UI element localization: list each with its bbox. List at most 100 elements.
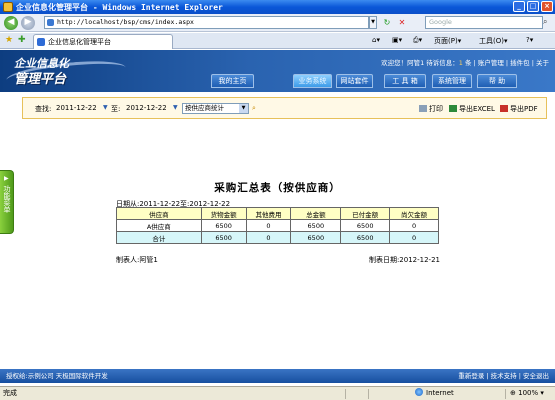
zone-indicator: Internet [415,387,454,400]
search-query-icon[interactable]: ⌕ [252,104,256,113]
export-excel-button[interactable]: 导出EXCEL [449,104,495,114]
address-url: http://localhost/bsp/cms/index.aspx [57,18,194,26]
zoom-level: 100% [518,389,539,397]
menu-business[interactable]: 业务系统 [293,74,332,88]
date-from-dropdown-icon[interactable]: ▼ [103,104,108,111]
tools-menu-label: 工具(O) [479,37,504,45]
menu-system[interactable]: 系统管理 [432,74,472,88]
cell-total: 6500 [290,219,342,232]
print-label: 打印 [429,105,443,113]
browser-tab-label: 企业信息化管理平台 [48,38,111,46]
close-window-button[interactable]: × [541,1,553,12]
print-icon[interactable]: ⎙▾ [413,36,422,45]
search-icon[interactable]: ⌕ [543,17,552,28]
back-button[interactable]: ◀ [4,16,18,30]
excel-label: 导出EXCEL [459,105,495,113]
table-row: A供应商 6500 0 6500 6500 0 [116,219,439,232]
search-input[interactable]: Google ⌕ [425,16,547,29]
feeds-icon[interactable]: ▣▾ [392,36,402,44]
report-maker: 制表人:阿管1 [116,256,158,264]
total-owed: 0 [389,231,439,244]
status-divider [345,389,346,399]
ie-window-icon [3,2,13,12]
pdf-icon [500,105,508,112]
help-icon[interactable]: ?▾ [526,36,533,44]
maximize-button[interactable]: □ [527,1,539,12]
cell-paid: 6500 [340,219,391,232]
date-from-field[interactable]: 2011-12-22 [56,104,97,112]
status-bar: 完成 Internet ⊕ 100% ▾ [0,386,555,400]
find-label: 查找: [35,105,52,113]
select-arrow-icon: ▼ [239,104,248,113]
cell-other-fees: 0 [245,219,292,232]
report-make-date: 制表日期:2012-12-21 [368,256,440,264]
page-menu-label: 页面(P) [434,37,458,45]
address-dropdown-icon[interactable]: ▼ [369,16,377,29]
status-text: 完成 [3,389,17,397]
excel-icon [449,105,457,112]
menu-home[interactable]: 我的主页 [211,74,254,88]
print-button[interactable]: 打印 [419,104,443,114]
total-other-fees: 0 [245,231,292,244]
stat-type-select[interactable]: 按供应商统计 ▼ [182,103,249,114]
pending-unit: 条 [465,59,472,67]
window-title: 企业信息化管理平台 - Windows Internet Explorer [16,3,223,12]
zone-label: Internet [426,389,454,397]
total-goods-amount: 6500 [200,231,247,244]
address-input[interactable]: http://localhost/bsp/cms/index.aspx [44,16,369,29]
app-footer: 授权给:示例公司 天极国际软件开发 重新登录 | 技术支持 | 安全退出 [0,369,555,383]
status-divider [368,389,369,399]
logo-line2: 管理平台 [14,72,67,87]
stat-type-value: 按供应商统计 [185,104,224,112]
pending-label: 待诉信息： [426,59,459,67]
export-pdf-button[interactable]: 导出PDF [500,104,538,114]
cell-owed: 0 [389,219,439,232]
browser-tab[interactable]: 企业信息化管理平台 [33,34,173,49]
total-paid: 6500 [340,231,391,244]
account-link[interactable]: 账户管理 [478,59,504,67]
col-other-fees: 其他费用 [245,207,292,220]
date-to-dropdown-icon[interactable]: ▼ [173,104,178,111]
footer-license: 授权给:示例公司 天极国际软件开发 [6,372,108,380]
footer-links[interactable]: 重新登录 | 技术支持 | 安全退出 [458,369,549,383]
minimize-button[interactable]: _ [513,1,525,12]
home-icon[interactable]: ⌂▾ [372,36,380,44]
zoom-icon: ⊕ [510,389,516,397]
forward-button[interactable]: ▶ [21,16,35,30]
refresh-icon[interactable]: ↻ [381,17,393,28]
app-logo: 企业信息化 管理平台 [5,55,127,92]
page-menu[interactable]: 页面(P)▾ [434,36,461,46]
menu-toolbox[interactable]: 工 具 箱 [384,74,426,88]
cell-supplier: A供应商 [116,219,202,232]
col-supplier: 供应商 [116,207,202,220]
total-label: 合计 [116,231,202,244]
address-row: ◀ ▶ http://localhost/bsp/cms/index.aspx … [0,14,555,32]
menu-website[interactable]: 网站套件 [336,74,373,88]
tools-menu[interactable]: 工具(O)▾ [479,36,508,46]
total-row: 合计 6500 0 6500 6500 0 [116,231,439,244]
col-paid: 已付金额 [340,207,391,220]
query-toolbar: 查找: 2011-12-22 ▼ 至: 2012-12-22 ▼ 按供应商统计 … [22,97,547,119]
page-icon [47,19,54,26]
current-user: 阿管1 [407,59,425,67]
menu-help[interactable]: 帮 助 [477,74,517,88]
tab-page-icon [37,38,45,46]
date-to-field[interactable]: 2012-12-22 [126,104,167,112]
welcome-bar: 欢迎您！阿管1 待诉信息：1 条 | 账户管理 | 插件包 | 关于 [381,59,549,67]
col-owed: 尚欠金额 [389,207,439,220]
pending-count[interactable]: 1 [459,59,463,67]
add-favorite-icon[interactable]: ✚ [18,35,26,45]
cell-goods-amount: 6500 [200,219,247,232]
to-label: 至: [111,105,121,113]
plugin-link[interactable]: 插件包 [510,59,530,67]
printer-icon [419,105,427,112]
stop-icon[interactable]: ✕ [396,17,408,28]
report-table: 供应商 货物金额 其他费用 总金额 已付金额 尚欠金额 A供应商 6500 0 … [116,207,439,244]
favorites-star-icon[interactable]: ★ [5,35,13,45]
zoom-control[interactable]: ⊕ 100% ▾ [510,387,544,400]
window-titlebar: 企业信息化管理平台 - Windows Internet Explorer _ … [0,0,555,14]
tab-command-row: ★ ✚ 企业信息化管理平台 ⌂▾ ▣▾ ⎙▾ 页面(P)▾ 工具(O)▾ ?▾ [0,33,555,49]
col-goods-amount: 货物金额 [200,207,247,220]
search-placeholder: Google [429,18,452,26]
about-link[interactable]: 关于 [536,59,549,67]
